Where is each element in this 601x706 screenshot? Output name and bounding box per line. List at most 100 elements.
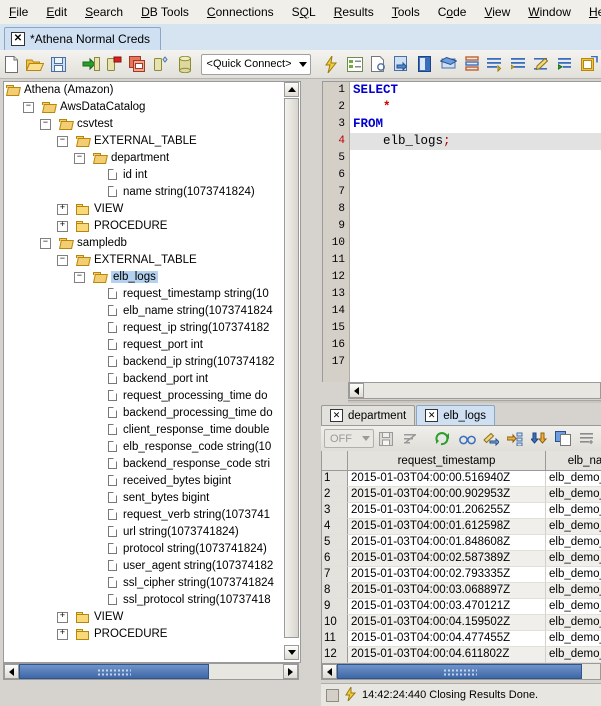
menu-item-edit[interactable]: Edit xyxy=(37,2,76,22)
sql-code-area[interactable]: SELECT * FROM elb_logs; xyxy=(350,82,601,382)
tree-node[interactable]: request_verb string(1073741 xyxy=(4,507,300,524)
refresh-icon[interactable] xyxy=(432,427,454,451)
collapse-icon[interactable]: − xyxy=(40,119,51,130)
editor-horizontal-scrollbar[interactable] xyxy=(348,382,601,399)
result-tab-elb_logs[interactable]: ✕ elb_logs xyxy=(416,405,496,425)
sql-line[interactable] xyxy=(350,150,601,167)
tree-node[interactable]: − EXTERNAL_TABLE xyxy=(4,133,300,150)
disconnect-icon[interactable] xyxy=(104,52,125,76)
tree-node[interactable]: protocol string(1073741824) xyxy=(4,541,300,558)
tree-node[interactable]: client_response_time double xyxy=(4,422,300,439)
sql-line[interactable] xyxy=(350,235,601,252)
menu-item-window[interactable]: Window xyxy=(519,2,580,22)
table-row[interactable]: 72015-01-03T04:00:02.793335Zelb_demo_003 xyxy=(322,567,601,583)
tree-node[interactable]: url string(1073741824) xyxy=(4,524,300,541)
insert-row-icon[interactable] xyxy=(504,427,526,451)
menu-item-connections[interactable]: Connections xyxy=(198,2,283,22)
commit-icon[interactable] xyxy=(391,52,412,76)
collapse-icon[interactable]: − xyxy=(74,153,85,164)
sql-line[interactable] xyxy=(350,218,601,235)
collapse-icon[interactable]: − xyxy=(40,238,51,249)
tree-horizontal-scrollbar[interactable] xyxy=(3,663,299,680)
table-cell[interactable]: elb_demo_008 xyxy=(546,615,601,631)
tree-node[interactable]: + PROCEDURE xyxy=(4,626,300,643)
tree-node[interactable]: ssl_protocol string(10737418 xyxy=(4,592,300,609)
scroll-track[interactable] xyxy=(364,383,600,398)
table-cell[interactable]: 2015-01-03T04:00:01.612598Z xyxy=(348,519,546,535)
sql-line[interactable]: elb_logs; xyxy=(350,133,601,150)
expand-icon[interactable]: + xyxy=(57,221,68,232)
scroll-thumb[interactable] xyxy=(19,664,209,679)
menu-item-tools[interactable]: Tools xyxy=(383,2,429,22)
table-row[interactable]: 122015-01-03T04:00:04.611802Zelb_demo_00… xyxy=(322,647,601,663)
tree-node[interactable]: request_ip string(107374182 xyxy=(4,320,300,337)
table-row[interactable]: 42015-01-03T04:00:01.612598Zelb_demo_006 xyxy=(322,519,601,535)
sql-line[interactable] xyxy=(350,269,601,286)
menu-item-results[interactable]: Results xyxy=(325,2,383,22)
document-tab-athena[interactable]: ✕ *Athena Normal Creds xyxy=(4,27,162,50)
tree-node[interactable]: − csvtest xyxy=(4,116,300,133)
tree-node[interactable]: backend_response_code stri xyxy=(4,456,300,473)
collapse-icon[interactable]: − xyxy=(74,272,85,283)
collapse-icon[interactable]: − xyxy=(23,102,34,113)
tree-node[interactable]: + PROCEDURE xyxy=(4,218,300,235)
table-row[interactable]: 22015-01-03T04:00:00.902953Zelb_demo_005 xyxy=(322,487,601,503)
tree-node[interactable]: elb_name string(1073741824 xyxy=(4,303,300,320)
scroll-right-icon[interactable] xyxy=(283,664,298,679)
edit-sql-icon[interactable] xyxy=(532,52,553,76)
quick-connect-dropdown[interactable]: <Quick Connect> xyxy=(200,53,311,75)
table-cell[interactable]: 2015-01-03T04:00:02.587389Z xyxy=(348,551,546,567)
table-cell[interactable]: elb_demo_006 xyxy=(546,519,601,535)
expand-icon[interactable]: + xyxy=(57,612,68,623)
table-cell[interactable]: elb_demo_003 xyxy=(546,471,601,487)
table-row[interactable]: 12015-01-03T04:00:00.516940Zelb_demo_003 xyxy=(322,471,601,487)
table-row[interactable]: 52015-01-03T04:00:01.848608Zelb_demo_008 xyxy=(322,535,601,551)
tree-node[interactable]: backend_port int xyxy=(4,371,300,388)
sql-line[interactable] xyxy=(350,252,601,269)
filter-icon[interactable] xyxy=(399,427,421,451)
table-data-icon[interactable] xyxy=(438,52,459,76)
close-icon[interactable]: ✕ xyxy=(330,409,343,422)
column-header[interactable]: elb_name xyxy=(546,451,601,470)
sql-line[interactable] xyxy=(350,303,601,320)
sql-line[interactable] xyxy=(350,286,601,303)
edit-row-icon[interactable] xyxy=(480,427,502,451)
results-grid-body[interactable]: 12015-01-03T04:00:00.516940Zelb_demo_003… xyxy=(322,471,601,663)
execute-icon[interactable] xyxy=(320,52,341,76)
tree-node[interactable]: sent_bytes bigint xyxy=(4,490,300,507)
sql-line[interactable] xyxy=(350,184,601,201)
table-row[interactable]: 62015-01-03T04:00:02.587389Zelb_demo_007 xyxy=(322,551,601,567)
menu-item-db-tools[interactable]: DB Tools xyxy=(132,2,198,22)
menu-item-search[interactable]: Search xyxy=(76,2,132,22)
sql-editor[interactable]: 1 2 3 4 5 6 7 8 9 10 11 12 13 14 15 16 17 SELECT * FROM e… xyxy=(322,81,601,382)
close-icon[interactable]: ✕ xyxy=(425,409,439,422)
sql-line[interactable]: SELECT xyxy=(350,82,601,99)
connect-icon[interactable] xyxy=(80,52,101,76)
table-row[interactable]: 82015-01-03T04:00:03.068897Zelb_demo_006 xyxy=(322,583,601,599)
table-row[interactable]: 112015-01-03T04:00:04.477455Zelb_demo_00… xyxy=(322,631,601,647)
sql-line[interactable] xyxy=(350,201,601,218)
sql-line[interactable] xyxy=(350,337,601,354)
copy-results-icon[interactable] xyxy=(552,427,574,451)
database-icon[interactable] xyxy=(174,52,195,76)
tree-node[interactable]: request_processing_time do xyxy=(4,388,300,405)
tree-node[interactable]: Athena (Amazon) xyxy=(4,82,300,99)
tree-node[interactable]: − department xyxy=(4,150,300,167)
menu-item-sql[interactable]: SQL xyxy=(283,2,325,22)
tree-node[interactable]: − AwsDataCatalog xyxy=(4,99,300,116)
indent-icon[interactable] xyxy=(508,52,529,76)
table-cell[interactable]: 2015-01-03T04:00:01.206255Z xyxy=(348,503,546,519)
table-cell[interactable]: elb_demo_003 xyxy=(546,567,601,583)
expand-icon[interactable]: + xyxy=(57,204,68,215)
table-cell[interactable]: elb_demo_009 xyxy=(546,503,601,519)
sql-line[interactable] xyxy=(350,354,601,371)
format-sql-icon[interactable] xyxy=(461,52,482,76)
auto-commit-dropdown[interactable]: OFF xyxy=(324,429,374,448)
open-folder-icon[interactable] xyxy=(24,52,45,76)
menu-item-view[interactable]: View xyxy=(475,2,519,22)
table-cell[interactable]: 2015-01-03T04:00:03.068897Z xyxy=(348,583,546,599)
tree-vertical-scrollbar[interactable] xyxy=(284,82,299,660)
sql-line[interactable]: FROM xyxy=(350,116,601,133)
tree-node[interactable]: elb_response_code string(10 xyxy=(4,439,300,456)
export-icon[interactable] xyxy=(578,52,599,76)
